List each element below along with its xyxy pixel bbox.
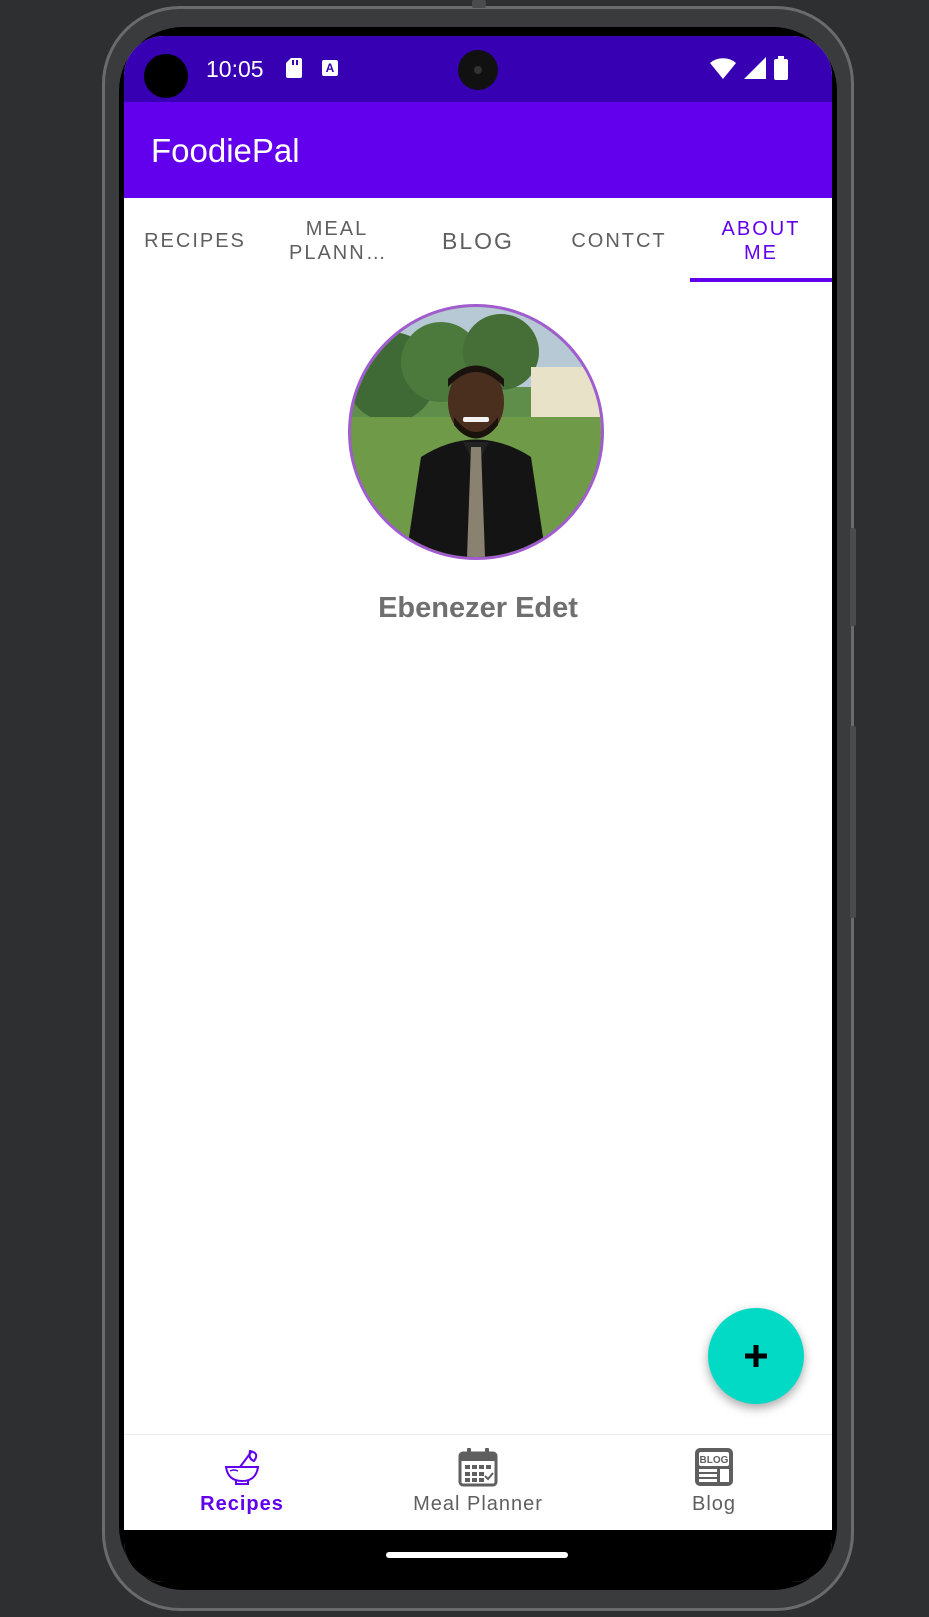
bottom-navigation: Recipes Meal Planner BLOG Blog bbox=[124, 1434, 832, 1531]
tab-label: ABOUT ME bbox=[721, 218, 801, 264]
app-bar: FoodiePal bbox=[124, 102, 832, 198]
tab-recipes[interactable]: RECIPES bbox=[124, 198, 266, 284]
battery-icon bbox=[774, 56, 788, 80]
tab-meal-planner[interactable]: MEAL PLANN… bbox=[266, 198, 408, 284]
gesture-area bbox=[124, 1530, 832, 1582]
plus-icon bbox=[745, 1345, 767, 1367]
status-bar: 10:05 A bbox=[124, 36, 832, 102]
sd-card-icon bbox=[286, 58, 302, 78]
front-camera-center bbox=[458, 50, 498, 90]
notification-a-icon: A bbox=[322, 60, 338, 76]
power-button bbox=[850, 528, 856, 626]
tab-blog[interactable]: BLOG bbox=[407, 198, 549, 284]
nav-item-blog[interactable]: BLOG Blog bbox=[596, 1435, 832, 1531]
top-sensor bbox=[472, 0, 486, 8]
nav-item-meal-planner[interactable]: Meal Planner bbox=[360, 1435, 596, 1531]
tab-label: MEAL PLANN… bbox=[289, 218, 388, 264]
home-gesture-bar[interactable] bbox=[386, 1552, 568, 1558]
status-icons bbox=[710, 56, 788, 80]
front-camera-left bbox=[144, 54, 188, 98]
tab-label: RECIPES bbox=[144, 230, 246, 252]
add-fab-button[interactable] bbox=[708, 1308, 804, 1404]
nav-label: Blog bbox=[691, 1493, 737, 1515]
profile-name: Ebenezer Edet bbox=[378, 592, 578, 624]
mixing-bowl-icon bbox=[224, 1449, 260, 1485]
tab-bar: RECIPES MEAL PLANN… BLOG CONTCT ABOUT ME bbox=[124, 198, 832, 284]
tab-label: BLOG bbox=[442, 228, 514, 254]
wifi-icon bbox=[710, 58, 736, 79]
tab-label: CONTCT bbox=[571, 230, 667, 252]
signal-icon bbox=[744, 57, 766, 79]
nav-label: Meal Planner bbox=[413, 1493, 543, 1515]
volume-button bbox=[850, 726, 856, 918]
nav-label: Recipes bbox=[200, 1493, 284, 1515]
app-title: FoodiePal bbox=[151, 132, 300, 169]
tab-contact[interactable]: CONTCT bbox=[548, 198, 690, 284]
profile-avatar bbox=[348, 304, 604, 560]
svg-text:BLOG: BLOG bbox=[700, 1455, 729, 1466]
about-me-content: Ebenezer Edet bbox=[124, 284, 832, 1454]
blog-icon: BLOG bbox=[695, 1448, 733, 1486]
tab-indicator bbox=[690, 278, 832, 282]
status-time: 10:05 bbox=[206, 56, 264, 82]
screen: 10:05 A FoodiePal RECIPES MEAL PLANN… BL… bbox=[124, 36, 832, 1582]
profile-photo bbox=[351, 307, 601, 557]
nav-item-recipes[interactable]: Recipes bbox=[124, 1435, 360, 1531]
calendar-icon bbox=[458, 1448, 498, 1487]
tab-about-me[interactable]: ABOUT ME bbox=[690, 198, 832, 284]
